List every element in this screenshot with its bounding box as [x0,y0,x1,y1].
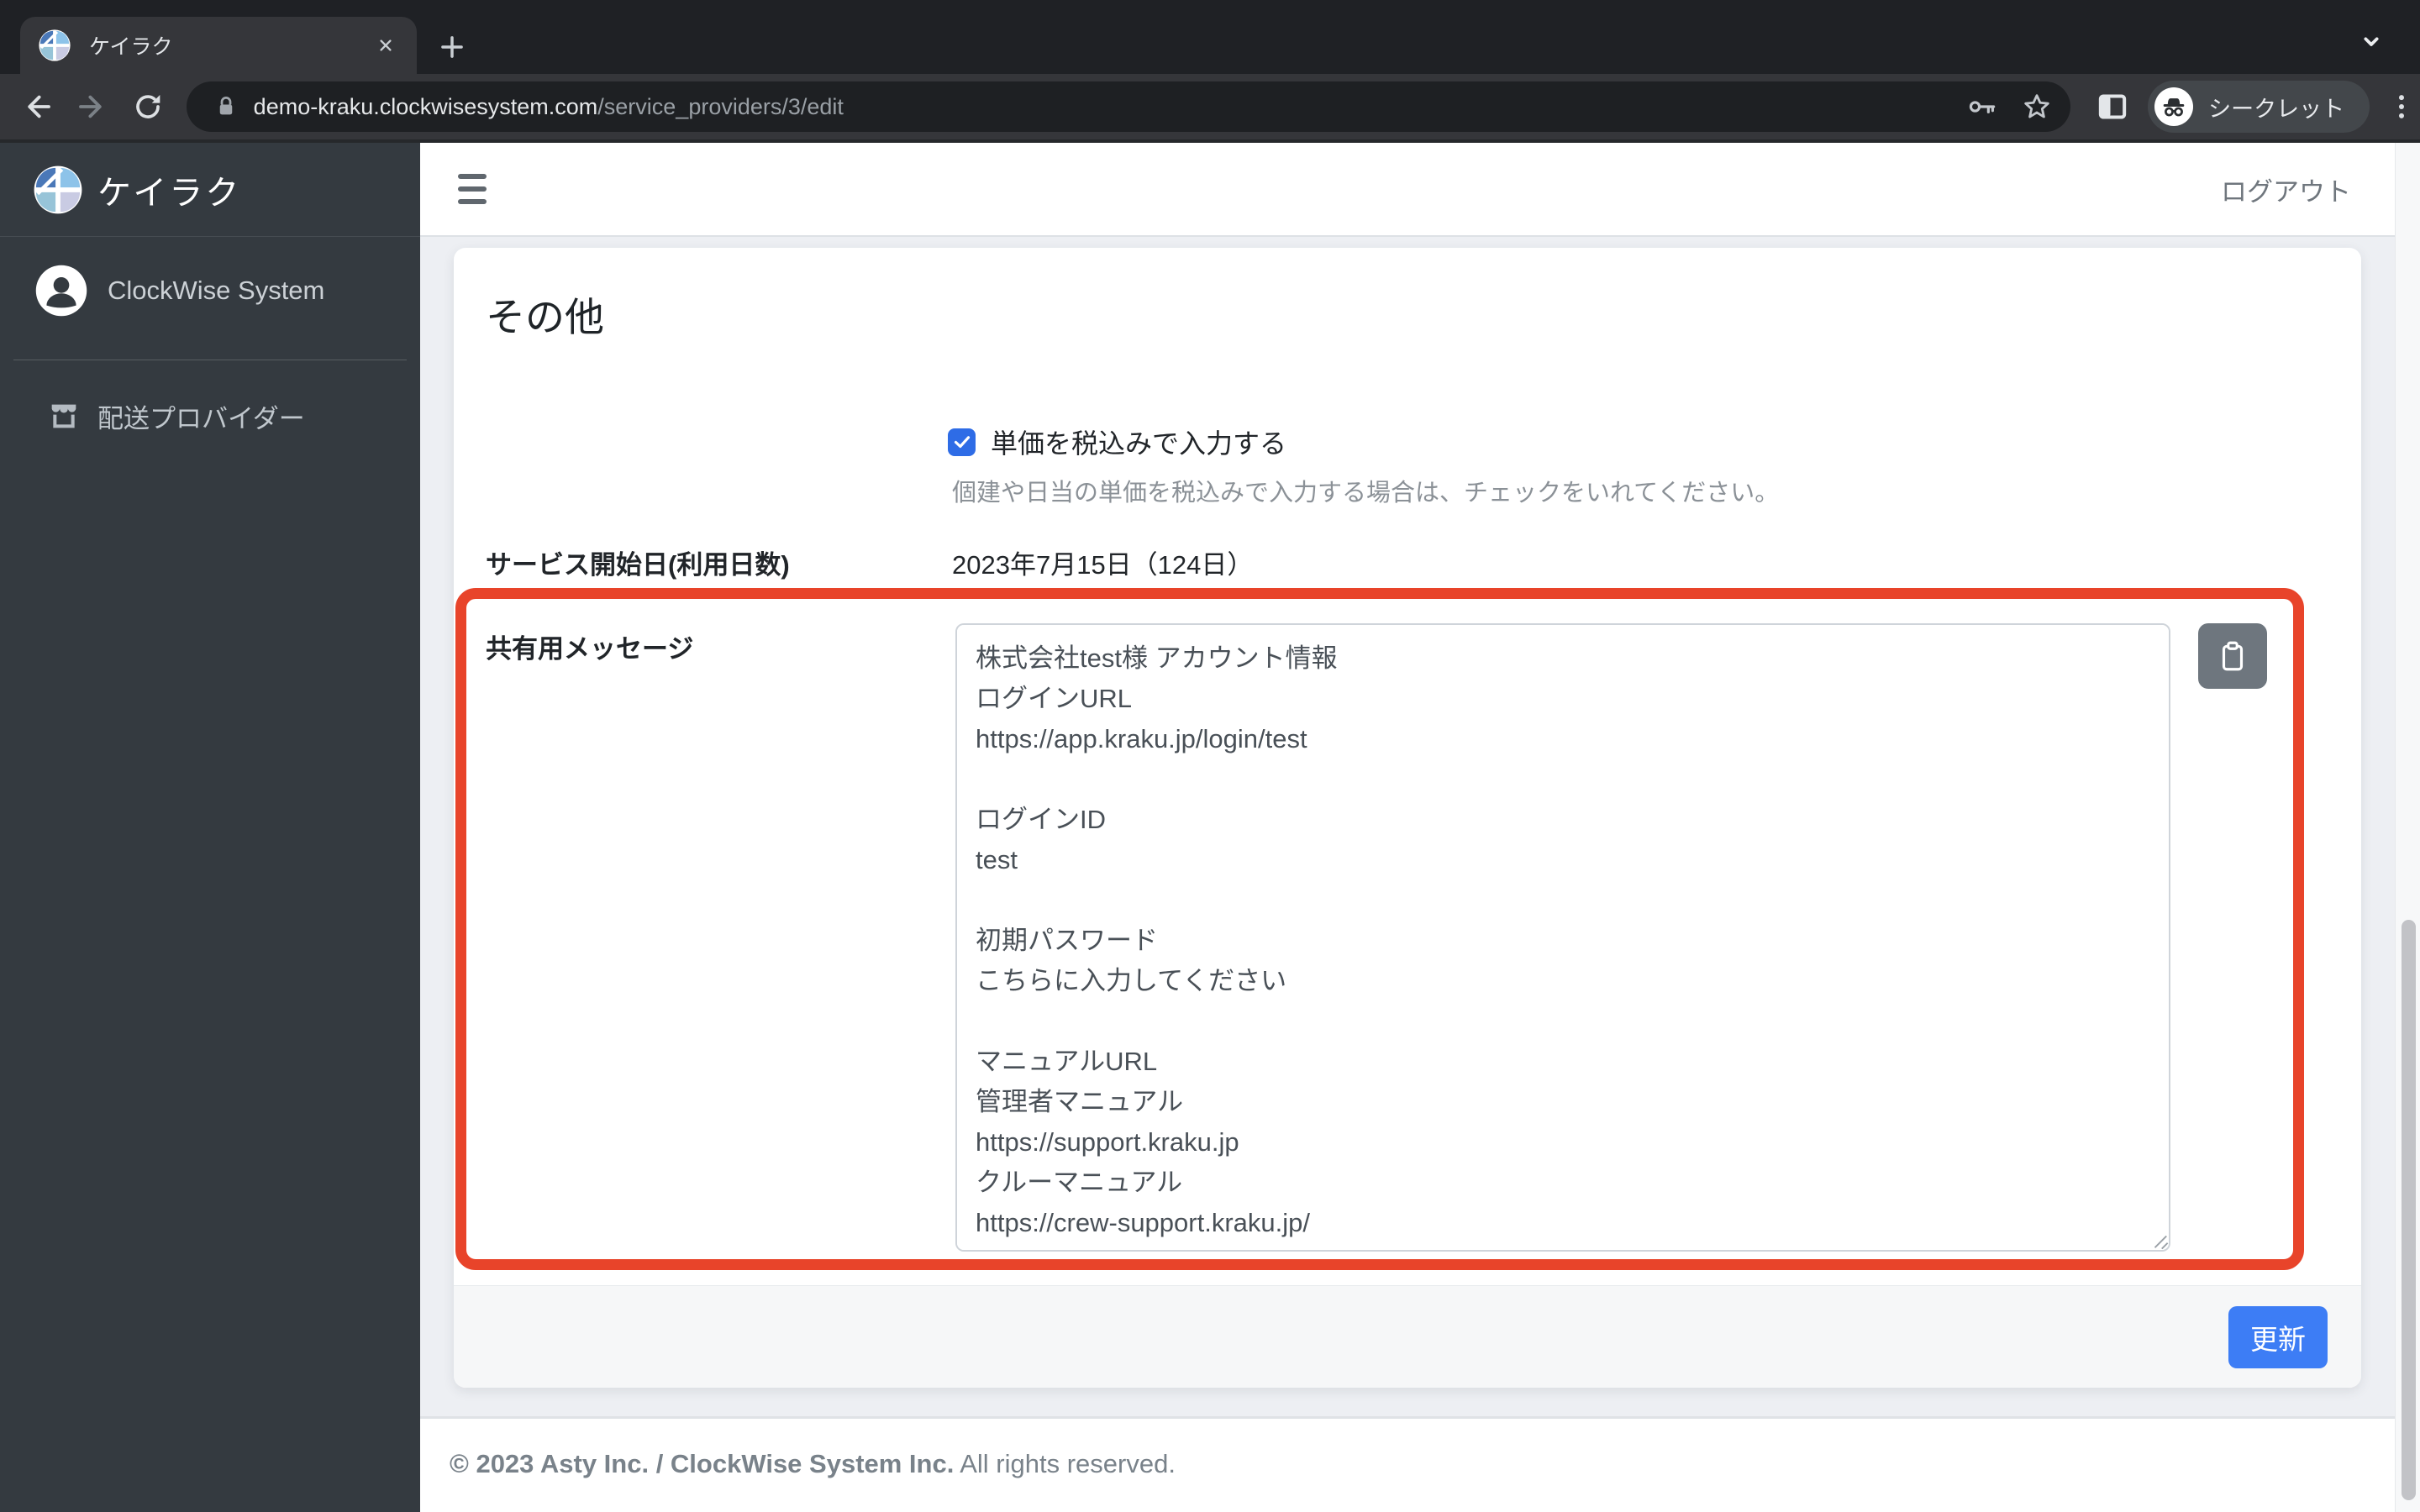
hamburger-menu-icon[interactable] [458,171,492,207]
sidebar: ケイラク ClockWise System 配送プロバイダー [0,143,420,1512]
sidebar-brand-text: ケイラク [97,174,242,212]
bookmark-star-icon[interactable] [2020,90,2054,123]
copyright-rights: All rights reserved. [954,1449,1176,1478]
textarea-resize-handle[interactable] [2150,1231,2169,1250]
password-key-icon[interactable] [1966,90,2000,123]
settings-card: その他 単価を税込みで入力する 個建や日当の単価を税込みで入力する場合は、チェッ… [454,248,2361,1388]
section-title: その他 [486,295,604,339]
browser-menu-icon[interactable] [2383,88,2420,125]
tab-search-chevron-icon[interactable] [2354,27,2388,55]
tax-checkbox-row: 単価を税込みで入力する [948,423,1286,461]
page-footer: © 2023 Asty Inc. / ClockWise System Inc.… [420,1419,2395,1512]
browser-tab-strip: ケイラク [0,0,2420,74]
url-bar[interactable]: demo-kraku.clockwisesystem.com/service_p… [186,81,2071,132]
card-footer: 更新 [454,1285,2361,1388]
keiraku-logo-icon [34,165,82,213]
person-avatar-icon [35,265,87,317]
storefront-icon [51,404,76,428]
sidebar-logo[interactable]: ケイラク [0,143,420,237]
update-button[interactable]: 更新 [2228,1305,2328,1368]
scrollbar-track[interactable] [2395,143,2420,1512]
sidebar-item-label: 配送プロバイダー [97,403,305,433]
sidebar-item-delivery-provider[interactable]: 配送プロバイダー [0,375,420,456]
sidebar-item-account[interactable]: ClockWise System [0,237,420,344]
service-start-value: 2023年7月15日（124日） [952,550,1254,580]
scrollbar-thumb[interactable] [2402,920,2416,1500]
copyright-company: © 2023 Asty Inc. / ClockWise System Inc. [450,1449,955,1478]
lock-icon[interactable] [213,94,239,119]
incognito-badge[interactable]: シークレット [2148,81,2370,133]
url-text: demo-kraku.clockwisesystem.com/service_p… [254,94,1947,120]
keiraku-favicon [39,29,71,61]
tax-checkbox-label: 単価を税込みで入力する [991,428,1287,459]
new-tab-icon[interactable] [433,28,471,66]
tab-title: ケイラク [89,35,173,59]
forward-icon[interactable] [74,88,111,125]
url-domain: demo-kraku.clockwisesystem.com [253,93,598,119]
browser-tab[interactable]: ケイラク [20,17,417,74]
incognito-icon [2154,87,2194,126]
browser-toolbar: demo-kraku.clockwisesystem.com/service_p… [0,74,2420,139]
tab-close-icon[interactable] [373,33,398,58]
sidebar-item-label: ClockWise System [108,276,325,305]
app-navbar: ログアウト [420,143,2395,237]
shared-message-label: 共有用メッセージ [486,634,694,664]
side-panel-icon[interactable] [2094,88,2131,125]
back-icon[interactable] [18,88,55,125]
shared-message-textarea[interactable]: 株式会社test様 アカウント情報 ログインURL https://app.kr… [955,623,2170,1252]
web-content: ケイラク ClockWise System 配送プロバイダー ログアウト その他… [0,143,2420,1512]
screen: ケイラク demo-kraku.clockwisesystem.com/serv… [0,0,2420,1512]
incognito-label: シークレット [2208,96,2345,122]
reload-icon[interactable] [129,88,166,125]
tax-included-checkbox[interactable] [948,428,976,456]
logout-link[interactable]: ログアウト [2221,171,2351,208]
copy-message-button[interactable] [2198,623,2267,689]
service-start-label: サービス開始日(利用日数) [486,550,790,580]
url-path: /service_providers/3/edit [597,93,844,119]
main-area: ログアウト その他 単価を税込みで入力する 個建や日当の単価を税込みで入力する場… [420,143,2395,1512]
clipboard-icon [2222,641,2244,671]
tax-checkbox-help: 個建や日当の単価を税込みで入力する場合は、チェックをいれてください。 [952,480,1780,507]
checkmark-icon [954,436,970,449]
